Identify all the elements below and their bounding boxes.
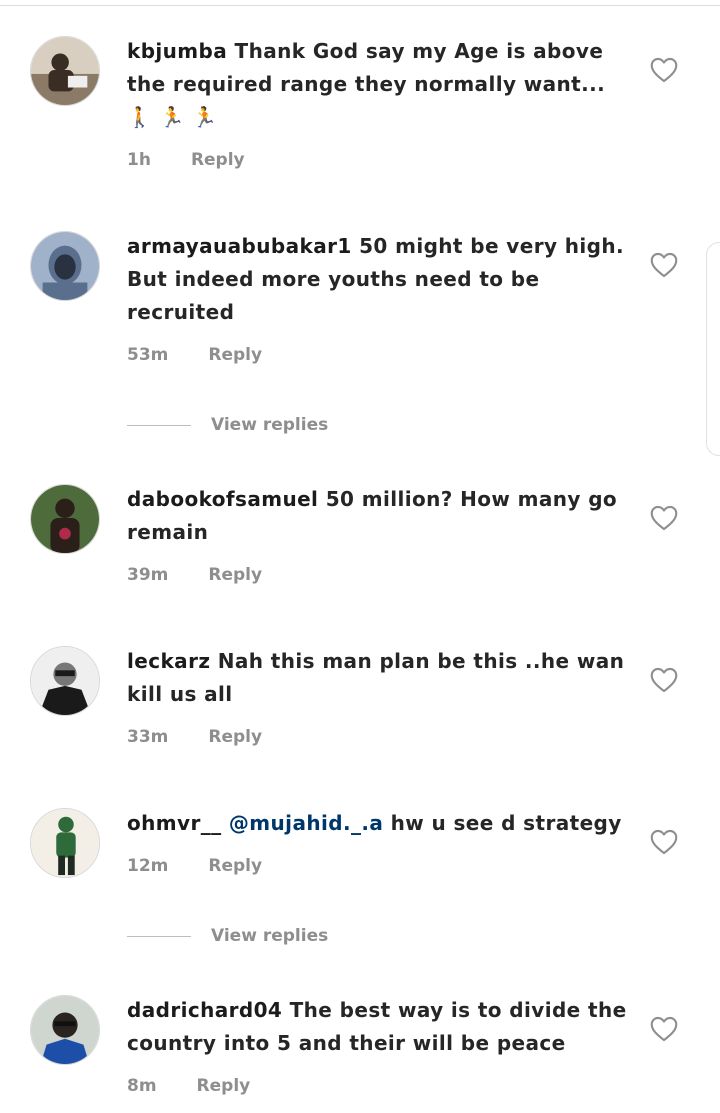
comment-meta: 12m Reply bbox=[127, 856, 262, 876]
username[interactable]: dadrichard04 bbox=[127, 998, 282, 1022]
timestamp: 39m bbox=[127, 565, 169, 585]
comment-text: kbjumba Thank God say my Age is above th… bbox=[127, 35, 627, 134]
timestamp: 1h bbox=[127, 150, 151, 170]
heart-outline-icon[interactable] bbox=[650, 57, 678, 83]
side-panel-edge[interactable] bbox=[706, 242, 720, 456]
comment-body: hw u see d strategy bbox=[390, 811, 622, 835]
timestamp: 8m bbox=[127, 1076, 157, 1096]
avatar[interactable] bbox=[30, 231, 100, 301]
view-replies-button[interactable]: View replies bbox=[127, 926, 328, 946]
view-replies-label: View replies bbox=[211, 926, 329, 946]
comment-meta: 8m Reply bbox=[127, 1076, 250, 1096]
heart-outline-icon[interactable] bbox=[650, 505, 678, 531]
avatar[interactable] bbox=[30, 646, 100, 716]
username[interactable]: ohmvr__ bbox=[127, 811, 222, 835]
avatar[interactable] bbox=[30, 36, 100, 106]
timestamp: 33m bbox=[127, 727, 169, 747]
username[interactable]: dabookofsamuel bbox=[127, 487, 318, 511]
avatar[interactable] bbox=[30, 808, 100, 878]
view-replies-line bbox=[127, 935, 191, 937]
username[interactable]: kbjumba bbox=[127, 39, 227, 63]
username[interactable]: armayauabubakar1 bbox=[127, 234, 352, 258]
avatar[interactable] bbox=[30, 995, 100, 1065]
timestamp: 53m bbox=[127, 345, 169, 365]
comment-text: dabookofsamuel 50 million? How many go r… bbox=[127, 483, 627, 549]
heart-outline-icon[interactable] bbox=[650, 1016, 678, 1042]
reply-button[interactable]: Reply bbox=[208, 727, 262, 747]
comment-meta: 39m Reply bbox=[127, 565, 262, 585]
comment-meta: 1h Reply bbox=[127, 150, 245, 170]
heart-outline-icon[interactable] bbox=[650, 667, 678, 693]
comment-meta: 53m Reply bbox=[127, 345, 262, 365]
comment-text: armayauabubakar1 50 might be very high. … bbox=[127, 230, 627, 329]
avatar[interactable] bbox=[30, 484, 100, 554]
reply-button[interactable]: Reply bbox=[208, 345, 262, 365]
comment-text: dadrichard04 The best way is to divide t… bbox=[127, 994, 627, 1060]
heart-outline-icon[interactable] bbox=[650, 252, 678, 278]
comment-text: ohmvr__ @mujahid._.a hw u see d strategy bbox=[127, 807, 627, 840]
view-replies-line bbox=[127, 424, 191, 426]
view-replies-label: View replies bbox=[211, 415, 329, 435]
reply-button[interactable]: Reply bbox=[197, 1076, 251, 1096]
reply-button[interactable]: Reply bbox=[191, 150, 245, 170]
comment-text: leckarz Nah this man plan be this ..he w… bbox=[127, 645, 627, 711]
timestamp: 12m bbox=[127, 856, 169, 876]
reply-button[interactable]: Reply bbox=[208, 565, 262, 585]
top-divider bbox=[0, 5, 720, 6]
comment-meta: 33m Reply bbox=[127, 727, 262, 747]
view-replies-button[interactable]: View replies bbox=[127, 415, 328, 435]
heart-outline-icon[interactable] bbox=[650, 829, 678, 855]
mention-link[interactable]: @mujahid._.a bbox=[229, 811, 383, 835]
username[interactable]: leckarz bbox=[127, 649, 210, 673]
reply-button[interactable]: Reply bbox=[208, 856, 262, 876]
